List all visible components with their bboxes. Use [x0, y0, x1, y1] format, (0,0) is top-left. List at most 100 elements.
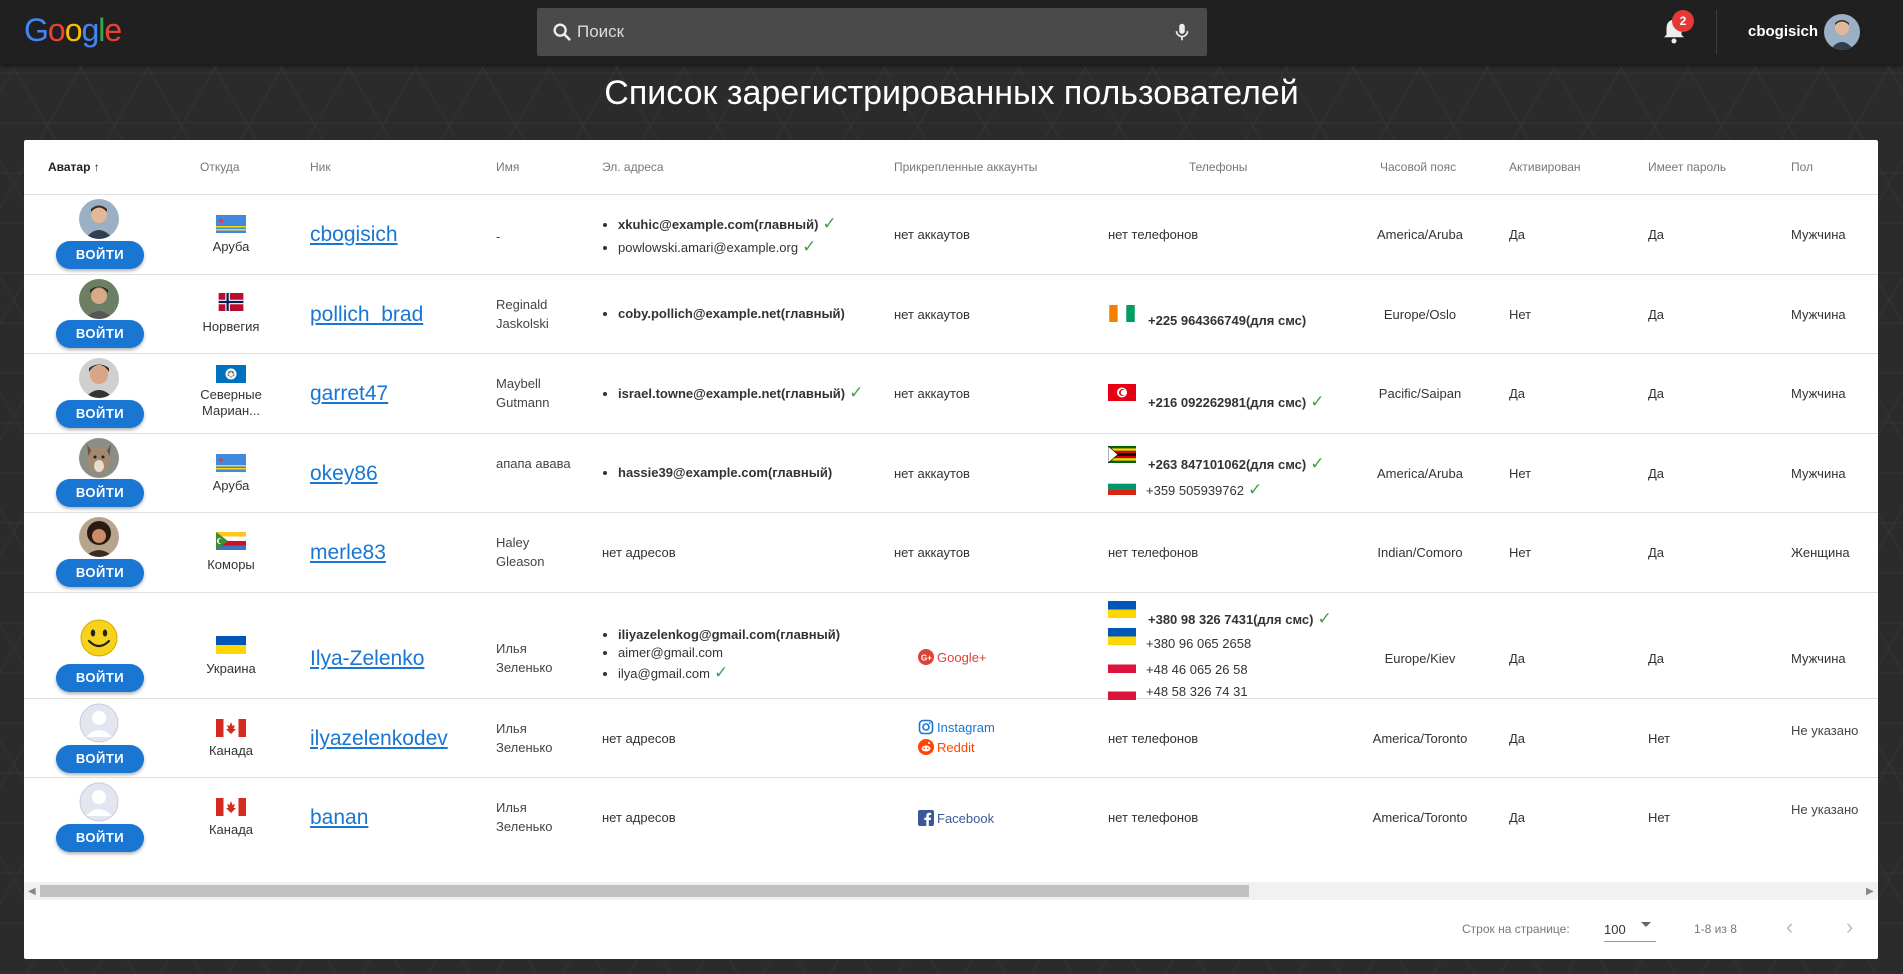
account-facebook-link[interactable]: Facebook [918, 810, 994, 826]
has-password-value: Да [1648, 545, 1665, 560]
login-as-button[interactable]: ВОЙТИ [56, 559, 144, 587]
account-label: Facebook [937, 811, 995, 826]
current-username[interactable]: cbogisich [1748, 23, 1818, 40]
has-password-value: Да [1648, 227, 1665, 242]
microphone-icon[interactable] [1171, 21, 1193, 43]
email-text: hassie39@example.com(главный) [618, 465, 833, 480]
avatar-image [79, 279, 119, 319]
column-header-phones[interactable]: Телефоны [1189, 140, 1247, 195]
column-header-timezone[interactable]: Часовой пояс [1380, 140, 1456, 195]
phone-number: +263 847101062(для смс) ✓ [1148, 454, 1324, 474]
flag-poland-icon [1108, 656, 1136, 673]
search-input[interactable] [577, 8, 1137, 56]
user-avatar[interactable] [1824, 14, 1860, 50]
rows-per-page-select[interactable]: 100 [1604, 916, 1656, 942]
flag-canada-icon [216, 719, 246, 737]
phones-empty: нет телефонов [1108, 731, 1199, 746]
phones-empty: нет телефонов [1108, 810, 1199, 825]
login-as-button[interactable]: ВОЙТИ [56, 320, 144, 348]
phone-text: +380 98 326 7431(для смс) [1148, 612, 1314, 627]
instagram-icon [918, 719, 934, 735]
email-item: xkuhic@example.com(главный)✓ [618, 215, 837, 233]
timezone: Europe/Oslo [1383, 307, 1457, 322]
column-header-avatar[interactable]: Аватар ↑ [48, 140, 100, 195]
previous-page-icon[interactable]: ‹ [1786, 914, 1793, 940]
avatar [79, 782, 119, 822]
page-title: Список зарегистрированных пользователей [604, 74, 1299, 112]
table-row: ВОЙТИ Аруба cbogisich - xkuhic@example.c… [24, 195, 1878, 275]
next-page-icon[interactable]: › [1846, 914, 1853, 940]
timezone: America/Aruba [1377, 227, 1463, 242]
user-nick-link[interactable]: pollich_brad [310, 303, 423, 327]
horizontal-scrollbar[interactable]: ◀ ▶ [24, 882, 1878, 900]
user-nick-link[interactable]: okey86 [310, 462, 378, 486]
table-row: ВОЙТИ Украина Ilya-Zelenko Илья Зеленько… [24, 593, 1878, 700]
user-nick-link[interactable]: ilyazelenkodev [310, 727, 448, 751]
user-name: - [496, 229, 501, 244]
has-password-value: Да [1648, 466, 1665, 481]
flag-bulgaria-icon [1108, 478, 1136, 495]
flag-norway-icon [218, 293, 244, 311]
user-nick-link[interactable]: merle83 [310, 541, 386, 565]
logo-letter: e [104, 12, 122, 48]
phone-number: +359 505939762 ✓ [1146, 480, 1262, 500]
account-reddit-link[interactable]: Reddit [918, 739, 975, 755]
scrollbar-thumb[interactable] [40, 885, 1249, 897]
table-row: ВОЙТИ Аруба okey86 апапа авава hassie39@… [24, 434, 1878, 513]
has-password-value: Нет [1648, 810, 1671, 825]
login-as-button[interactable]: ВОЙТИ [56, 824, 144, 852]
country-name: Канада [208, 822, 254, 837]
column-header-nick[interactable]: Ник [310, 140, 331, 195]
login-as-button[interactable]: ВОЙТИ [56, 241, 144, 269]
login-as-button[interactable]: ВОЙТИ [56, 400, 144, 428]
email-item: powlowski.amari@example.org✓ [618, 238, 837, 256]
country-name: Норвегия [202, 319, 260, 334]
logo-letter: g [81, 12, 99, 48]
emails-empty: нет адресов [602, 810, 676, 825]
scroll-left-arrow-icon[interactable]: ◀ [28, 886, 36, 897]
phone-text: +263 847101062(для смс) [1148, 457, 1307, 472]
column-header-gender[interactable]: Пол [1791, 140, 1813, 195]
email-list: coby.pollich@example.net(главный) [602, 305, 845, 327]
sort-arrow-icon: ↑ [93, 160, 100, 174]
user-nick-link[interactable]: Ilya-Zelenko [310, 647, 424, 671]
email-item: aimer@gmail.com [618, 644, 840, 661]
phones-empty: нет телефонов [1108, 227, 1199, 242]
accounts-empty: нет аккаутов [894, 545, 970, 560]
flag-comoros-icon [216, 532, 246, 550]
user-name: Haley Gleason [496, 535, 545, 569]
user-nick-link[interactable]: banan [310, 806, 368, 830]
phone-text: +216 092262981(для смс) [1148, 395, 1307, 410]
login-as-button[interactable]: ВОЙТИ [56, 664, 144, 692]
login-as-button[interactable]: ВОЙТИ [56, 745, 144, 773]
accounts-empty: нет аккаутов [894, 307, 970, 322]
user-name: Илья Зеленько [496, 641, 553, 675]
account-instagram-link[interactable]: Instagram [918, 719, 995, 735]
email-item: hassie39@example.com(главный) [618, 464, 832, 481]
user-nick-link[interactable]: garret47 [310, 382, 388, 406]
column-header-name[interactable]: Имя [496, 140, 519, 195]
column-header-accounts[interactable]: Прикрепленные аккаунты [894, 140, 1037, 195]
login-as-button[interactable]: ВОЙТИ [56, 479, 144, 507]
column-header-has-password[interactable]: Имеет пароль [1648, 140, 1726, 195]
country-name: Коморы [207, 557, 255, 572]
google-logo[interactable]: Google [24, 12, 122, 49]
user-avatar-image [1824, 14, 1860, 50]
account-google-plus-link[interactable]: G+ Google+ [918, 649, 987, 665]
account-label: Instagram [937, 720, 995, 735]
user-nick-link[interactable]: cbogisich [310, 223, 398, 247]
column-header-activated[interactable]: Активирован [1509, 140, 1581, 195]
flag-aruba-icon [216, 454, 246, 472]
avatar [79, 279, 119, 319]
email-item: iliyazelenkog@gmail.com(главный) [618, 626, 840, 643]
verified-check-icon: ✓ [849, 383, 864, 402]
avatar-image [79, 438, 119, 478]
has-password-value: Да [1648, 651, 1665, 666]
column-header-from[interactable]: Откуда [200, 140, 240, 195]
avatar-image [79, 358, 119, 398]
scroll-right-arrow-icon[interactable]: ▶ [1866, 886, 1874, 897]
smiley-avatar-icon [79, 618, 119, 658]
notifications-badge: 2 [1672, 10, 1694, 32]
activated-value: Нет [1509, 307, 1532, 322]
column-header-emails[interactable]: Эл. адреса [602, 140, 664, 195]
